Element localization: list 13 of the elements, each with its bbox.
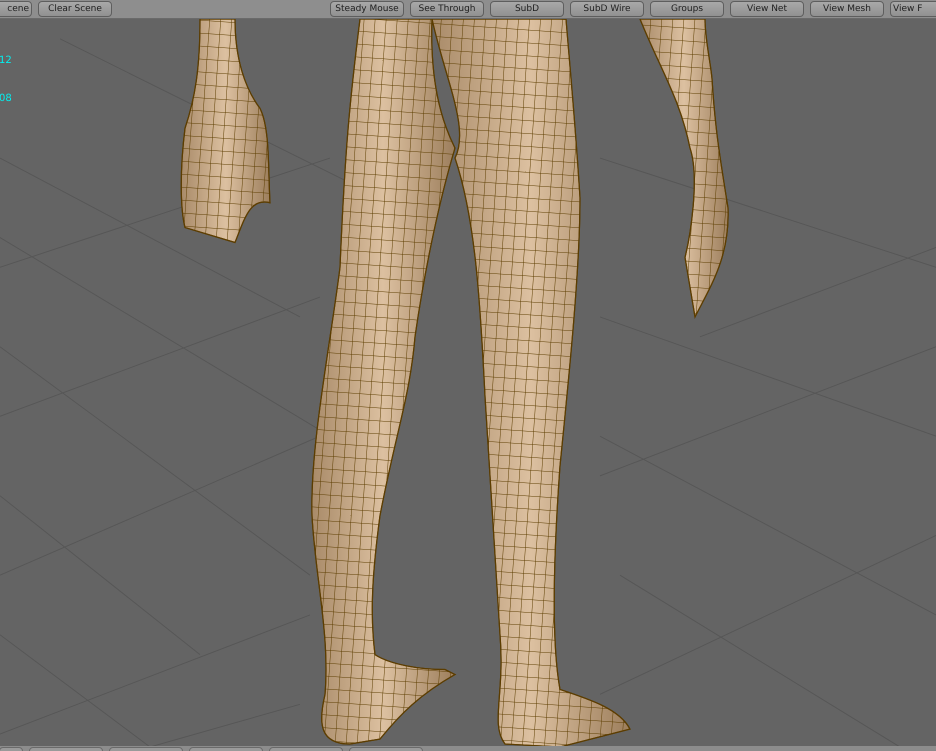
toolbar-button[interactable]: View Net [730, 1, 804, 17]
3d-viewport[interactable]: 12 08 [0, 19, 936, 746]
viewport-readout: 08 [0, 93, 12, 105]
toolbar-button[interactable]: View F [890, 1, 936, 17]
toolbar-button[interactable]: Clear Scene [38, 1, 112, 17]
toolbar-button[interactable]: Groups [650, 1, 724, 17]
toolbar-button[interactable]: View Mesh [810, 1, 884, 17]
toolbar-button[interactable]: SubD Wire [570, 1, 644, 17]
toolbar-button[interactable]: Steady Mouse [330, 1, 404, 17]
toolbar-button[interactable]: SubD [490, 1, 564, 17]
viewport-readout: 12 [0, 55, 12, 67]
toolbar-button[interactable]: cene [0, 1, 32, 17]
toolbar-button[interactable]: See Through [410, 1, 484, 17]
